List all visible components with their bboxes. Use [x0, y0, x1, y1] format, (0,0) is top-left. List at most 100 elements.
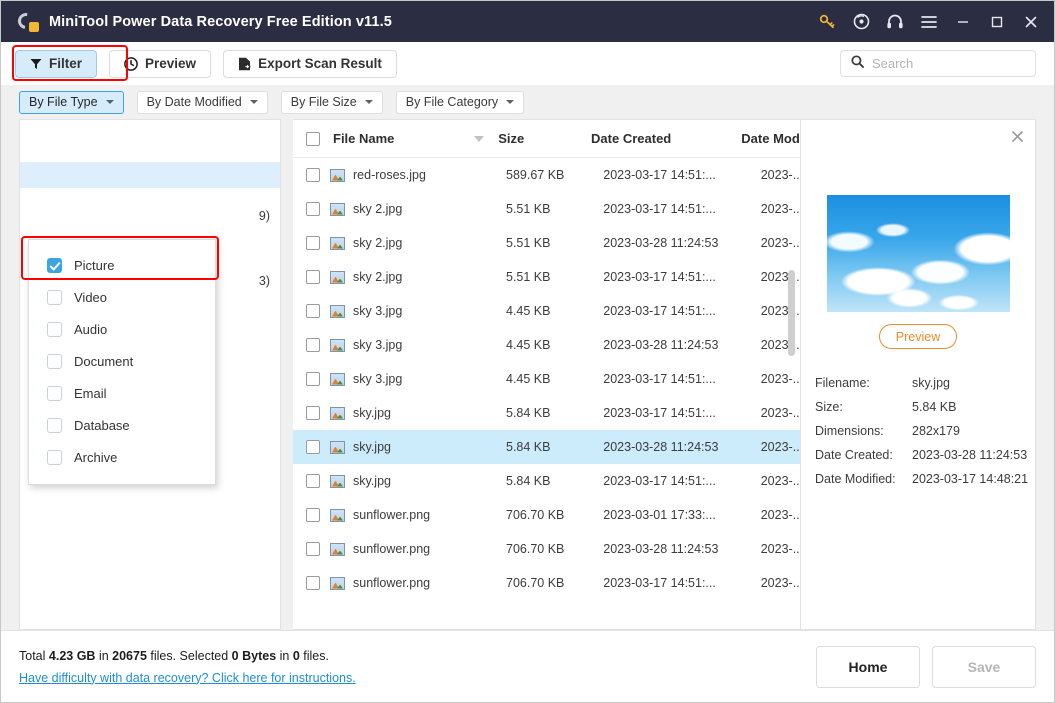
table-row[interactable]: sunflower.png 706.70 KB 2023-03-01 17:33:.… — [293, 498, 800, 532]
filter-tab-by-date-modified[interactable]: By Date Modified — [136, 90, 268, 114]
preview-open-button[interactable]: Preview — [879, 324, 957, 349]
search-box[interactable] — [840, 50, 1036, 77]
column-header-date-created[interactable]: Date Created — [591, 131, 741, 146]
table-row[interactable]: sky 3.jpg 4.45 KB 2023-03-17 14:51:... 2023… — [293, 294, 800, 328]
image-file-icon — [330, 474, 345, 488]
dropdown-checkbox[interactable] — [47, 417, 62, 433]
dropdown-checkbox[interactable] — [47, 385, 62, 401]
file-date-modified: 2023-... — [760, 508, 800, 522]
file-date-created: 2023-03-17 14:51:... — [603, 168, 716, 182]
dropdown-checkbox[interactable] — [47, 321, 62, 337]
minimize-icon[interactable] — [946, 4, 980, 40]
file-name: sky 2.jpg — [353, 270, 403, 284]
metadata-row: Date Modified: 2023-03-17 14:48:21 — [815, 467, 1035, 491]
table-row[interactable]: red-roses.jpg 589.67 KB 2023-03-17 14:51:.… — [293, 158, 800, 192]
file-size: 5.51 KB — [506, 202, 551, 216]
file-name: sunflower.png — [353, 542, 431, 556]
file-list-scrollbar[interactable] — [788, 270, 795, 356]
file-size: 706.70 KB — [506, 576, 565, 590]
dropdown-item-label: Database — [74, 417, 130, 433]
table-row[interactable]: sunflower.png 706.70 KB 2023-03-17 14:51:.… — [293, 566, 800, 600]
table-row[interactable]: sky.jpg 5.84 KB 2023-03-17 14:51:... 2023-.… — [293, 464, 800, 498]
sort-descending-icon[interactable] — [474, 135, 485, 142]
metadata-row: Date Created: 2023-03-28 11:24:53 — [815, 443, 1035, 467]
file-list-body: red-roses.jpg 589.67 KB 2023-03-17 14:51:.… — [293, 158, 800, 629]
table-row[interactable]: sky.jpg 5.84 KB 2023-03-17 14:51:... 2023-.… — [293, 396, 800, 430]
row-checkbox[interactable] — [306, 236, 320, 250]
dropdown-item-archive[interactable]: Archive — [29, 441, 215, 473]
metadata-value: 2023-03-28 11:24:53 — [912, 448, 1028, 462]
dropdown-item-picture[interactable]: Picture — [29, 249, 215, 281]
file-date-created: 2023-03-01 17:33:... — [603, 508, 716, 522]
dropdown-item-video[interactable]: Video — [29, 281, 215, 313]
row-checkbox[interactable] — [306, 440, 320, 454]
disc-icon[interactable] — [844, 4, 878, 40]
row-checkbox[interactable] — [306, 406, 320, 420]
application-window: MiniTool Power Data Recovery Free Editio… — [0, 0, 1055, 703]
dropdown-item-database[interactable]: Database — [29, 409, 215, 441]
file-date-created: 2023-03-17 14:51:... — [603, 304, 716, 318]
file-date-modified: 2023-... — [760, 202, 800, 216]
dropdown-checkbox[interactable] — [47, 353, 62, 369]
hamburger-menu-icon[interactable] — [912, 4, 946, 40]
save-button[interactable]: Save — [932, 645, 1036, 688]
dropdown-checkbox[interactable] — [47, 257, 62, 273]
column-header-size[interactable]: Size — [498, 131, 591, 146]
table-row[interactable]: sky 3.jpg 4.45 KB 2023-03-28 11:24:53 2023-… — [293, 328, 800, 362]
table-row[interactable]: sky 2.jpg 5.51 KB 2023-03-17 14:51:... 2023… — [293, 192, 800, 226]
row-checkbox[interactable] — [306, 270, 320, 284]
maximize-icon[interactable] — [980, 4, 1014, 40]
help-link[interactable]: Have difficulty with data recovery? Clic… — [19, 668, 356, 688]
tree-item[interactable]: 9) — [34, 203, 270, 229]
row-checkbox[interactable] — [306, 168, 320, 182]
table-row[interactable]: sky.jpg 5.84 KB 2023-03-28 11:24:53 2023-..… — [293, 430, 800, 464]
metadata-key: Date Created: — [815, 448, 893, 462]
file-name: red-roses.jpg — [353, 168, 426, 182]
file-date-modified: 2023-... — [760, 474, 800, 488]
row-checkbox[interactable] — [306, 508, 320, 522]
filter-button[interactable]: Filter — [15, 49, 98, 78]
dropdown-item-label: Document — [74, 353, 134, 369]
row-checkbox[interactable] — [306, 474, 320, 488]
dropdown-checkbox[interactable] — [47, 289, 62, 305]
dropdown-checkbox[interactable] — [47, 449, 62, 465]
table-row[interactable]: sky 3.jpg 4.45 KB 2023-03-17 14:51:... 2023… — [293, 362, 800, 396]
filter-tab-by-file-size[interactable]: By File Size — [280, 90, 383, 114]
row-checkbox[interactable] — [306, 202, 320, 216]
key-icon[interactable] — [810, 4, 844, 40]
dropdown-item-audio[interactable]: Audio — [29, 313, 215, 345]
file-date-modified: 2023-... — [760, 440, 800, 454]
search-input[interactable] — [872, 56, 1025, 71]
row-checkbox[interactable] — [306, 338, 320, 352]
select-all-checkbox[interactable] — [306, 131, 320, 146]
preview-thumbnail[interactable] — [826, 195, 1010, 312]
file-date-created: 2023-03-28 11:24:53 — [603, 542, 719, 556]
file-date-modified: 2023-... — [760, 236, 800, 250]
row-checkbox[interactable] — [306, 372, 320, 386]
home-button[interactable]: Home — [816, 645, 920, 688]
export-scan-result-button[interactable]: Export Scan Result — [223, 49, 397, 78]
row-checkbox[interactable] — [306, 542, 320, 556]
tree-item-selected[interactable] — [20, 162, 280, 188]
dropdown-item-label: Archive — [74, 449, 118, 465]
filter-tab-by-file-category[interactable]: By File Category — [395, 90, 525, 114]
dropdown-item-document[interactable]: Document — [29, 345, 215, 377]
metadata-key: Size: — [815, 400, 843, 414]
chevron-down-icon — [105, 100, 114, 104]
close-icon[interactable] — [1014, 4, 1048, 40]
row-checkbox[interactable] — [306, 304, 320, 318]
app-title: MiniTool Power Data Recovery Free Editio… — [49, 13, 392, 30]
file-type-dropdown-menu[interactable]: Picture Video Audio Document Email Database Ar… — [28, 239, 216, 485]
metadata-row: Size: 5.84 KB — [815, 395, 1035, 419]
dropdown-item-email[interactable]: Email — [29, 377, 215, 409]
headphones-icon[interactable] — [878, 4, 912, 40]
table-row[interactable]: sky 2.jpg 5.51 KB 2023-03-17 14:51:... 2023… — [293, 260, 800, 294]
column-header-date-modified[interactable]: Date Modif — [741, 131, 800, 146]
table-row[interactable]: sunflower.png 706.70 KB 2023-03-28 11:24:5… — [293, 532, 800, 566]
filter-tab-by-file-type[interactable]: By File Type — [19, 90, 124, 114]
column-header-file-name[interactable]: File Name — [320, 131, 498, 146]
row-checkbox[interactable] — [306, 576, 320, 590]
close-preview-icon[interactable] — [1012, 130, 1023, 145]
preview-button[interactable]: Preview — [109, 49, 212, 78]
table-row[interactable]: sky 2.jpg 5.51 KB 2023-03-28 11:24:53 2023-… — [293, 226, 800, 260]
